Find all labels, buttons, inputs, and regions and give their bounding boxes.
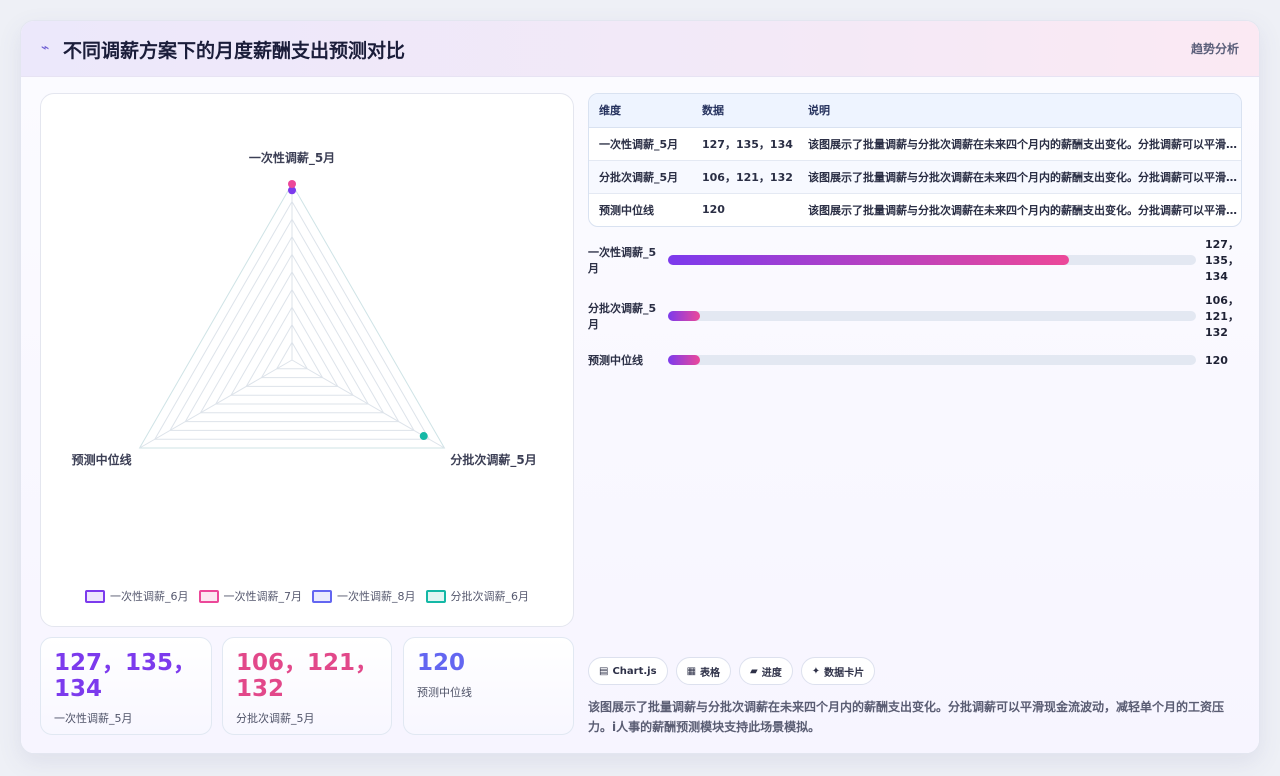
legend-label: 一次性调薪_8月	[337, 590, 416, 603]
radar-axis-label: 预测中位线	[72, 452, 132, 467]
legend-item[interactable]: 分批次调薪_6月	[425, 588, 530, 604]
radar-axis-label: 分批次调薪_5月	[450, 452, 536, 468]
table-cell: 106，121，132	[692, 160, 798, 194]
chip-progress[interactable]: ▰ 进度	[739, 657, 793, 685]
table-cell: 该图展示了批量调薪与分批次调薪在未来四个月内的薪酬支出变化。分批调薪可以平滑现金…	[798, 160, 1241, 194]
table-cell: 该图展示了批量调薪与分批次调薪在未来四个月内的薪酬支出变化。分批调薪可以平滑现金…	[808, 203, 1241, 217]
description-text: 该图展示了批量调薪与分批次调薪在未来四个月内的薪酬支出变化。分批调薪可以平滑现金…	[588, 700, 1225, 734]
trend-line-icon: ⌁	[41, 40, 50, 56]
chip-label: Chart.js	[612, 665, 657, 677]
legend-label: 一次性调薪_7月	[223, 590, 303, 603]
table-icon: ▦	[686, 665, 697, 677]
legend-item[interactable]: 一次性调薪_8月	[312, 588, 416, 604]
chip-label: 进度	[761, 667, 782, 679]
data-table: 维度 数据 说明 一次性调薪_5月 127，135，134 该图展示了批量调薪与…	[588, 93, 1242, 227]
kpi-card-median: 120 预测中位线	[403, 637, 574, 735]
column-header: 数据	[692, 94, 798, 128]
table-row: 一次性调薪_5月 127，135，134 该图展示了批量调薪与分批次调薪在未来四…	[589, 127, 1241, 161]
page-title: 不同调薪方案下的月度薪酬支出预测对比	[63, 40, 406, 62]
progress-value: 127，135，134	[1205, 238, 1239, 283]
table-cell: 分批次调薪_5月	[589, 160, 692, 194]
kpi-card-lump-sum: 127，135，134 一次性调薪_5月	[40, 637, 212, 735]
legend-item[interactable]: 一次性调薪_6月	[85, 588, 189, 604]
table-cell: 120	[702, 203, 725, 217]
card-header: ⌁ 不同调薪方案下的月度薪酬支出预测对比 趋势分析	[21, 21, 1259, 77]
table-cell: 该图展示了批量调薪与分批次调薪在未来四个月内的薪酬支出变化。分批调薪可以平滑现金…	[798, 127, 1241, 161]
legend-swatch	[85, 589, 105, 603]
chart-legend: 一次性调薪_6月 一次性调薪_7月 一次性调薪_8月 分批次调薪_6月	[41, 588, 573, 604]
kpi-label: 分批次调薪_5月	[236, 712, 315, 725]
table-cell: 一次性调薪_5月	[589, 127, 692, 161]
progress-value: 106，121，132	[1205, 294, 1239, 339]
progress-track	[668, 355, 1196, 365]
kpi-label: 预测中位线	[417, 686, 472, 699]
table-row: 分批次调薪_5月 106，121，132 该图展示了批量调薪与分批次调薪在未来四…	[589, 160, 1241, 194]
chip-label: 数据卡片	[824, 667, 865, 679]
kpi-value: 120	[417, 650, 466, 676]
chip-label: 表格	[700, 667, 721, 679]
kpi-label: 一次性调薪_5月	[54, 712, 133, 725]
radar-point[interactable]	[288, 180, 296, 188]
legend-swatch	[312, 589, 332, 603]
progress-track	[668, 255, 1196, 265]
legend-swatch	[425, 589, 446, 603]
progress-fill	[668, 311, 700, 321]
progress-icon: ▰	[750, 665, 758, 677]
sparkle-icon: ✦	[811, 665, 821, 677]
kpi-value: 106，121，132	[236, 650, 379, 702]
column-header: 维度	[589, 94, 692, 128]
chip-data-cards[interactable]: ✦ 数据卡片	[800, 657, 876, 685]
legend-label: 分批次调薪_6月	[450, 590, 530, 603]
category-tag: 趋势分析	[1190, 42, 1239, 56]
progress-label: 预测中位线	[588, 354, 643, 367]
progress-fill	[668, 355, 700, 365]
radar-axis-label: 一次性调薪_5月	[249, 150, 335, 166]
table-cell: 预测中位线	[599, 203, 654, 217]
radar-chart: 一次性调薪_5月分批次调薪_5月 预测中位线	[72, 150, 537, 468]
table-cell: 127，135，134	[692, 127, 798, 161]
legend-item[interactable]: 一次性调薪_7月	[198, 588, 303, 604]
table-row: 预测中位线 120 该图展示了批量调薪与分批次调薪在未来四个月内的薪酬支出变化。…	[589, 193, 1241, 226]
legend-label: 一次性调薪_6月	[110, 590, 189, 603]
feature-chips: ▤ Chart.js ▦ 表格 ▰ 进度 ✦ 数据卡片	[588, 657, 876, 685]
chip-chartjs[interactable]: ▤ Chart.js	[588, 657, 668, 685]
kpi-card-phased: 106，121，132 分批次调薪_5月	[222, 637, 392, 735]
radar-point[interactable]	[419, 432, 428, 441]
chip-table[interactable]: ▦ 表格	[675, 657, 732, 685]
chart-icon: ▤	[599, 665, 609, 677]
progress-label: 分批次调薪_5月	[588, 302, 657, 331]
dashboard-card: ⌁ 不同调薪方案下的月度薪酬支出预测对比 趋势分析 一次性调薪_5月 分批次调薪_…	[20, 20, 1260, 754]
column-header: 说明	[798, 94, 1241, 128]
kpi-value: 127，135，134	[54, 650, 197, 702]
progress-track	[668, 311, 1196, 321]
radar-chart-panel: 一次性调薪_5月 分批次调薪_5月 预测中位线 一次性调薪_6月 一次性调薪_7月 一次…	[40, 93, 574, 627]
progress-fill	[668, 255, 1070, 265]
progress-value: 120	[1205, 354, 1228, 367]
legend-swatch	[198, 589, 219, 603]
progress-label: 一次性调薪_5月	[588, 246, 657, 275]
